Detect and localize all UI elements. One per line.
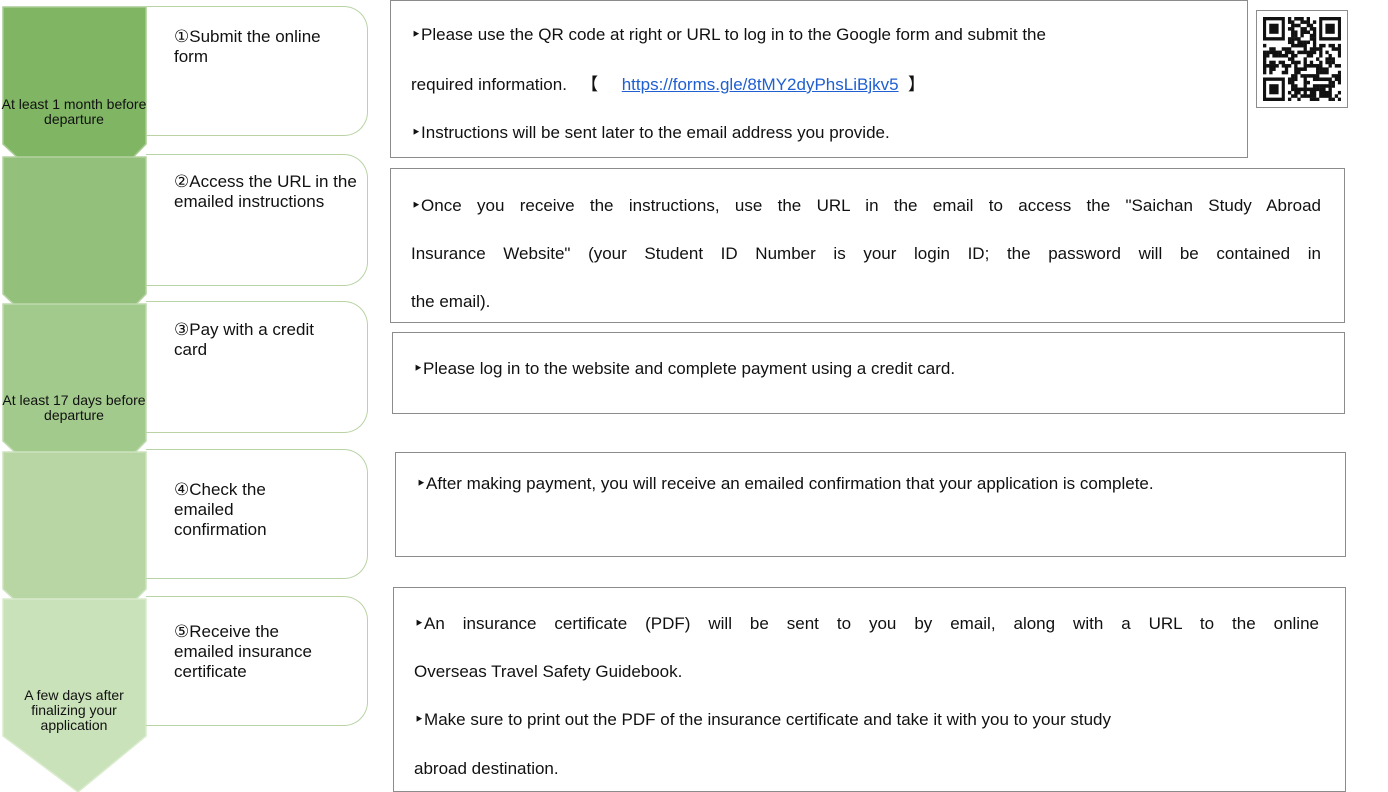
info-box-1-line-2: required information. 【 https://forms.gl… (411, 75, 925, 95)
info-box-4-line-1: ‣After making payment, you will receive … (416, 474, 1154, 493)
step-title-2: ②Access the URL in the emailed instructi… (174, 172, 357, 211)
info-box-4: ‣After making payment, you will receive … (395, 452, 1346, 557)
info-box-2-line-1: ‣Once you receive the instructions, use … (411, 196, 1321, 215)
info-box-2-line-2: Insurance Website" (your Student ID Numb… (411, 244, 1321, 263)
timing-label-1: At least 1 month before departure (1, 96, 147, 127)
info-box-5-line-3: ‣Make sure to print out the PDF of the i… (414, 710, 1111, 729)
info-box-5-line-2: Overseas Travel Safety Guidebook. (414, 662, 683, 681)
info-box-1: ‣Please use the QR code at right or URL … (390, 0, 1248, 158)
step-title-5: ⑤Receive the emailed insurance certifica… (174, 622, 312, 681)
google-form-link[interactable]: https://forms.gle/8tMY2dyPhsLiBjkv5 (622, 75, 899, 94)
info-box-1-line-2-text: required information. (411, 75, 567, 94)
info-box-5-line-4: abroad destination. (414, 759, 559, 778)
qr-code-frame (1256, 10, 1348, 108)
info-box-3: ‣Please log in to the website and comple… (392, 332, 1345, 414)
info-box-2-line-3: the email). (411, 292, 491, 311)
info-box-1-line-1: ‣Please use the QR code at right or URL … (411, 25, 1046, 44)
step-box-1 (146, 6, 368, 136)
qr-code-icon[interactable] (1263, 17, 1341, 101)
info-box-2: ‣Once you receive the instructions, use … (390, 168, 1345, 323)
timing-label-2: At least 17 days before departure (2, 392, 146, 423)
step-title-3: ③Pay with a credit card (174, 320, 314, 359)
info-box-5-line-1: ‣An insurance certificate (PDF) will be … (414, 614, 1319, 633)
step-title-4: ④Check the emailed confirmation (174, 480, 267, 539)
info-box-3-line-1: ‣Please log in to the website and comple… (413, 359, 956, 378)
timing-label-3: A few days after finalizing your applica… (24, 687, 124, 733)
info-box-1-line-3: ‣Instructions will be sent later to the … (411, 123, 890, 142)
bracket-open: 【 (581, 75, 599, 94)
info-box-5: ‣An insurance certificate (PDF) will be … (393, 587, 1346, 792)
bracket-close: 】 (908, 75, 926, 94)
step-title-1: ①Submit the online form (174, 27, 321, 66)
